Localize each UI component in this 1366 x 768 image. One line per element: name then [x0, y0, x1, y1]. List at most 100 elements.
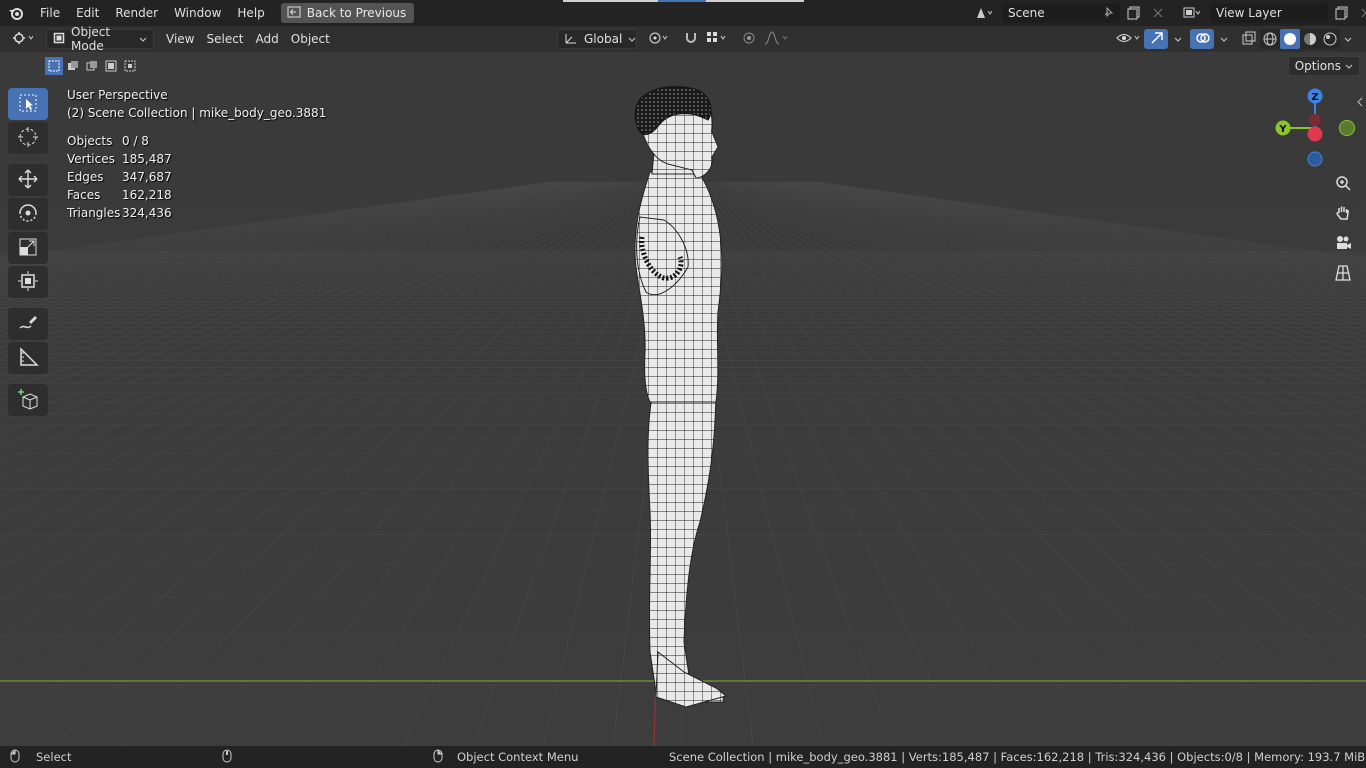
tool-shelf — [8, 86, 50, 418]
mouse-right-icon — [433, 749, 443, 766]
falloff-curve-icon — [764, 30, 790, 48]
menu-window[interactable]: Window — [166, 0, 229, 26]
menu-file[interactable]: File — [32, 0, 68, 26]
back-to-previous-button[interactable]: Back to Previous — [280, 3, 415, 23]
menu-view[interactable]: View — [160, 29, 200, 49]
delete-view-layer-icon[interactable] — [1356, 3, 1366, 23]
top-menu-bar: File Edit Render Window Help Back to Pre… — [0, 0, 1366, 26]
mouse-middle-icon — [222, 749, 232, 766]
scene-type-icon[interactable] — [970, 3, 998, 23]
3d-viewport[interactable]: User Perspective (2) Scene Collection | … — [0, 52, 1366, 746]
status-context-menu: Object Context Menu — [433, 749, 578, 766]
menu-help[interactable]: Help — [229, 0, 272, 26]
view-layer-field[interactable]: View Layer — [1210, 3, 1328, 23]
back-icon — [287, 6, 301, 21]
blender-logo-icon[interactable] — [0, 0, 32, 26]
cursor-arrow-icon — [18, 93, 38, 116]
z-axis-label: Z — [1311, 92, 1318, 103]
view-layer-name: View Layer — [1216, 6, 1282, 20]
scene-name: Scene — [1008, 6, 1045, 20]
menu-render[interactable]: Render — [107, 0, 166, 26]
falloff-dropdown[interactable] — [758, 29, 788, 49]
transform-tool[interactable] — [8, 266, 48, 298]
chevron-down-icon — [628, 32, 636, 46]
scale-tool[interactable] — [8, 232, 48, 264]
transform-icon — [17, 270, 39, 295]
menu-edit[interactable]: Edit — [68, 0, 107, 26]
snap-target-dropdown[interactable] — [700, 29, 730, 49]
gizmo-icon — [1150, 31, 1164, 48]
new-view-layer-icon[interactable] — [1332, 3, 1352, 23]
rendered-shading-icon[interactable] — [1320, 29, 1340, 49]
select-subtract-icon[interactable] — [83, 57, 101, 75]
neg-y-axis-handle — [1339, 120, 1355, 136]
zoom-icon[interactable] — [1330, 170, 1356, 196]
pan-hand-icon[interactable] — [1330, 200, 1356, 226]
menu-select[interactable]: Select — [200, 29, 249, 49]
navigation-gizmo[interactable]: Z Y — [1270, 88, 1360, 168]
gizmo-toggle[interactable] — [1144, 29, 1168, 49]
overlays-dropdown[interactable] — [1214, 29, 1232, 49]
chevron-down-icon — [139, 32, 147, 46]
delete-scene-icon[interactable] — [1148, 3, 1168, 23]
pencil-icon — [17, 312, 39, 337]
proportional-edit-toggle[interactable] — [736, 29, 756, 49]
camera-view-icon[interactable] — [1330, 230, 1356, 256]
navigation-buttons — [1330, 170, 1356, 290]
measure-tool[interactable] — [8, 342, 48, 374]
chevron-down-icon — [1220, 32, 1228, 46]
xray-toggle[interactable] — [1236, 29, 1256, 49]
selection-mode-buttons — [45, 57, 139, 75]
gizmo-dropdown[interactable] — [1168, 29, 1186, 49]
annotate-tool[interactable] — [8, 308, 48, 340]
perspective-grid-icon[interactable] — [1330, 260, 1356, 286]
pivot-point-dropdown[interactable] — [643, 29, 673, 49]
mouse-left-icon — [10, 749, 20, 766]
editor-type-button[interactable] — [6, 29, 42, 49]
mode-label: Object Mode — [71, 25, 111, 53]
workspace-tab[interactable] — [706, 0, 804, 2]
snap-toggle[interactable] — [678, 29, 700, 49]
status-select: Select — [10, 749, 71, 766]
move-arrows-icon — [17, 168, 39, 193]
overlays-toggle[interactable] — [1190, 29, 1214, 49]
eye-icon — [1116, 31, 1142, 48]
chevron-down-icon — [1345, 59, 1353, 73]
status-bar: Select Object Context Menu Scene Collect… — [0, 746, 1366, 768]
grid-snap-icon — [706, 31, 728, 48]
new-scene-icon[interactable] — [1124, 3, 1144, 23]
visibility-dropdown[interactable] — [1110, 29, 1142, 49]
pin-icon[interactable] — [1102, 6, 1114, 21]
move-tool[interactable] — [8, 164, 48, 196]
solid-shading-icon[interactable] — [1280, 29, 1300, 49]
select-invert-icon[interactable] — [102, 57, 120, 75]
select-box-tool[interactable] — [8, 88, 48, 120]
editor-type-icon — [12, 31, 36, 48]
view-layer-icon[interactable] — [1178, 3, 1206, 23]
menu-add[interactable]: Add — [250, 29, 285, 49]
workspace-tab[interactable] — [563, 0, 658, 2]
rotate-tool[interactable] — [8, 198, 48, 230]
select-new-icon[interactable] — [45, 57, 63, 75]
rotate-icon — [17, 202, 39, 227]
menu-object[interactable]: Object — [285, 29, 336, 49]
select-extend-icon[interactable] — [64, 57, 82, 75]
options-dropdown[interactable]: Options — [1287, 56, 1360, 76]
y-axis-label: Y — [1278, 124, 1287, 135]
xray-icon — [1242, 31, 1256, 48]
material-shading-icon[interactable] — [1300, 29, 1320, 49]
cursor-tool[interactable] — [8, 122, 48, 154]
add-cube-icon — [17, 388, 39, 413]
scene-statistics: Objects 0 / 8 Vertices 185,487 Edges 347,68… — [67, 132, 326, 222]
wireframe-shading-icon[interactable] — [1260, 29, 1280, 49]
scene-name-field[interactable]: Scene — [1002, 3, 1120, 23]
mode-dropdown[interactable]: Object Mode — [46, 25, 154, 53]
workspace-tab-active[interactable] — [658, 0, 706, 2]
active-collection-label: (2) Scene Collection | mike_body_geo.388… — [67, 106, 327, 120]
back-button-label: Back to Previous — [306, 6, 407, 20]
add-cube-tool[interactable] — [8, 384, 48, 416]
select-intersect-icon[interactable] — [121, 57, 139, 75]
shading-dropdown[interactable] — [1338, 29, 1358, 49]
proportional-edit-icon — [742, 31, 756, 48]
transform-orientation-dropdown[interactable]: Global — [557, 29, 637, 49]
